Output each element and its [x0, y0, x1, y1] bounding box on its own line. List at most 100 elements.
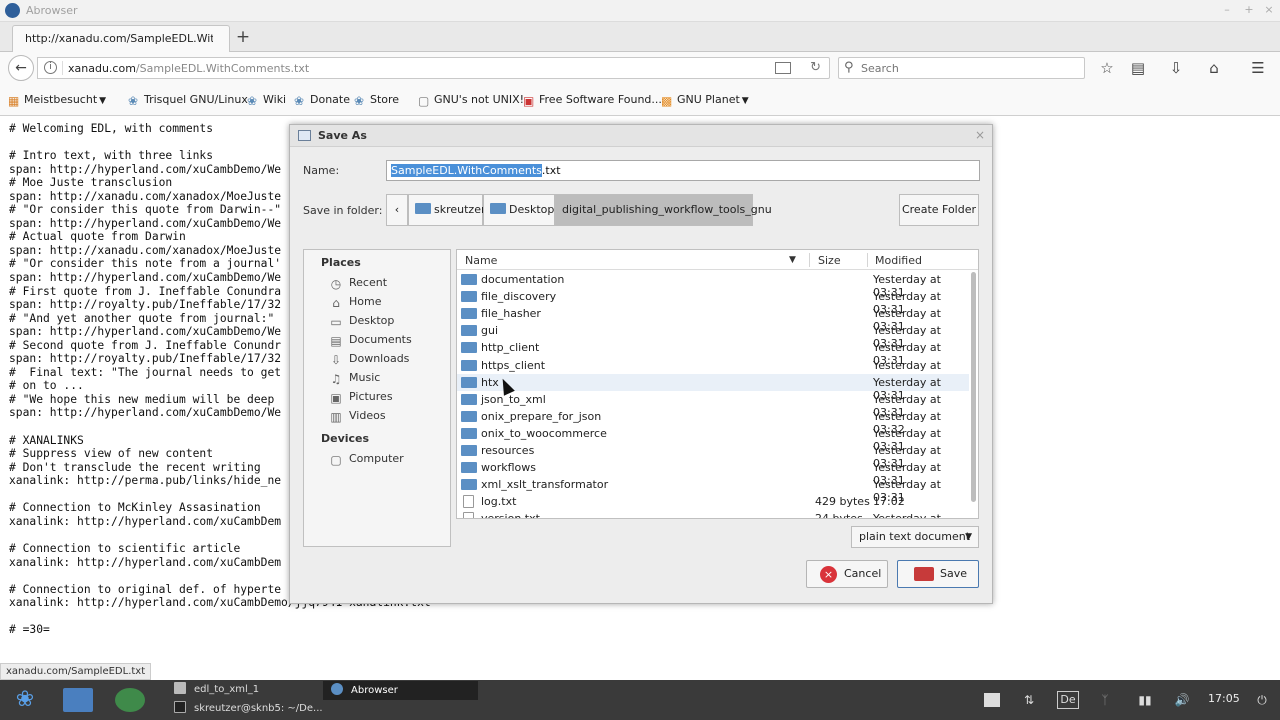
- task-abrowser[interactable]: Abrowser: [323, 681, 478, 700]
- power-icon[interactable]: ⏻: [1252, 691, 1272, 709]
- new-tab-icon[interactable]: +: [234, 28, 252, 46]
- sort-descending-icon[interactable]: ▼: [789, 255, 796, 265]
- network-icon[interactable]: ⇅: [1020, 691, 1038, 709]
- bookmark-trisquel[interactable]: ❀ Trisquel GNU/Linux: [128, 93, 248, 109]
- close-window-icon[interactable]: ×: [1262, 3, 1276, 17]
- save-in-folder-label: Save in folder:: [303, 204, 383, 217]
- url-path: /SampleEDL.WithComments.txt: [135, 62, 310, 75]
- filename-input[interactable]: SampleEDL.WithComments.txt: [386, 160, 980, 181]
- bookmark-star-icon[interactable]: ☆: [1097, 59, 1117, 77]
- text-file-icon: [463, 512, 474, 518]
- file-type-filter-dropdown[interactable]: plain text document ▼: [851, 526, 979, 548]
- search-bar[interactable]: ⚲: [838, 57, 1085, 79]
- place-item-home[interactable]: ⌂ Home: [329, 294, 381, 312]
- file-row[interactable]: onix_to_woocommerce Yesterday at 03:31: [457, 425, 969, 453]
- file-modified: Yesterday at 03:32: [873, 512, 941, 519]
- file-row[interactable]: documentation Yesterday at 03:31: [457, 271, 969, 299]
- path-button-current-folder[interactable]: digital_publishing_workflow_tools_gnu: [555, 194, 772, 226]
- file-list-scrollbar[interactable]: [971, 272, 976, 502]
- folder-icon: [461, 410, 477, 422]
- file-row[interactable]: xml_xslt_transformator Yesterday at 03:31: [457, 476, 969, 504]
- menu-icon[interactable]: ☰: [1248, 59, 1268, 77]
- file-row[interactable]: http_client Yesterday at 03:31: [457, 339, 969, 367]
- place-item-documents[interactable]: ▤ Documents: [329, 332, 411, 350]
- pictures-icon: ▣: [330, 391, 342, 405]
- file-row[interactable]: htx Yesterday at 03:31: [457, 373, 969, 402]
- file-row[interactable]: log.txt 429 bytes 17:02: [457, 493, 969, 510]
- task-terminal[interactable]: skreutzer@sknb5: ~/De...: [174, 700, 323, 718]
- bluetooth-icon[interactable]: ᛉ: [1098, 691, 1112, 709]
- file-row[interactable]: file_discovery Yesterday at 03:31: [457, 288, 969, 316]
- file-name: version.txt: [481, 512, 540, 519]
- folder-icon: [461, 274, 477, 285]
- place-item-music[interactable]: ♫ Music: [329, 370, 381, 388]
- reload-icon[interactable]: ↻: [810, 60, 821, 75]
- file-row[interactable]: gui Yesterday at 03:31: [457, 322, 969, 350]
- place-item-pictures[interactable]: ▣ Pictures: [329, 389, 392, 407]
- bookmark-donate[interactable]: ❀ Donate: [294, 93, 350, 109]
- bookmark-wiki[interactable]: ❀ Wiki: [247, 93, 286, 109]
- window-icon: [174, 682, 186, 694]
- folder-icon: [461, 393, 477, 405]
- bookmark-meistbesucht[interactable]: ▦ Meistbesucht ▼: [8, 93, 106, 109]
- info-icon[interactable]: i: [44, 61, 57, 74]
- file-row[interactable]: onix_prepare_for_json Yesterday at 03:32: [457, 408, 969, 436]
- column-size[interactable]: Size: [818, 254, 841, 267]
- file-name: xml_xslt_transformator: [481, 478, 609, 492]
- place-item-recent[interactable]: ◷ Recent: [329, 275, 387, 293]
- place-item-videos[interactable]: ▥ Videos: [329, 408, 385, 426]
- place-item-downloads[interactable]: ⇩ Downloads: [329, 351, 409, 369]
- bookmark-store[interactable]: ❀ Store: [354, 93, 399, 109]
- bookmark-fsf[interactable]: ▣ Free Software Found...: [523, 93, 662, 109]
- file-size: 429 bytes: [815, 495, 870, 509]
- browser-window: Abrowser – + × http://xanadu.com/SampleE…: [0, 0, 1280, 680]
- column-name[interactable]: Name: [465, 254, 497, 267]
- path-scroll-left-button[interactable]: ‹: [386, 194, 408, 226]
- file-name: http_client: [481, 341, 540, 355]
- volume-icon[interactable]: 🔊: [1172, 691, 1192, 709]
- browser-tab[interactable]: http://xanadu.com/SampleEDL.With: [12, 25, 230, 52]
- dialog-close-icon[interactable]: ×: [975, 128, 985, 142]
- computer-icon: ▢: [330, 453, 342, 467]
- minimize-icon[interactable]: –: [1220, 3, 1234, 17]
- start-menu-icon[interactable]: ❀: [10, 686, 40, 714]
- file-name: log.txt: [481, 495, 517, 509]
- file-row[interactable]: workflows Yesterday at 03:31: [457, 459, 969, 487]
- column-modified[interactable]: Modified: [875, 254, 922, 267]
- clock: 17:05: [1208, 692, 1240, 705]
- file-manager-launcher-icon[interactable]: [63, 688, 93, 712]
- tray-window-icon[interactable]: [984, 693, 1000, 707]
- cancel-button[interactable]: × Cancel: [806, 560, 888, 588]
- bookmark-gnu-planet[interactable]: ▩ GNU Planet ▼: [661, 93, 749, 109]
- battery-icon[interactable]: ▮▮: [1132, 691, 1158, 709]
- path-button-skreutzer[interactable]: skreutzer: [408, 194, 486, 226]
- downloads-icon[interactable]: ⇩: [1166, 59, 1186, 77]
- file-row[interactable]: resources Yesterday at 03:31: [457, 442, 969, 470]
- file-name: resources: [481, 444, 535, 457]
- file-row[interactable]: https_clientYesterday at 03:31: [457, 357, 969, 385]
- file-row[interactable]: json_to_xml Yesterday at 03:31: [457, 391, 969, 419]
- devices-header: Devices: [321, 432, 370, 445]
- keyboard-layout-indicator[interactable]: De: [1057, 691, 1079, 709]
- reader-view-icon[interactable]: [775, 62, 791, 74]
- back-button[interactable]: ←: [8, 55, 34, 81]
- bookmark-gnu[interactable]: ▢ GNU's not UNIX!: [418, 93, 524, 109]
- browser-launcher-icon[interactable]: [115, 688, 145, 712]
- path-button-desktop[interactable]: Desktop: [483, 194, 555, 226]
- most-visited-icon: ▦: [8, 94, 20, 108]
- maximize-icon[interactable]: +: [1242, 3, 1256, 17]
- create-folder-button[interactable]: Create Folder: [899, 194, 979, 226]
- bookmarks-menu-icon[interactable]: ▤: [1128, 59, 1148, 77]
- device-item-computer[interactable]: ▢ Computer: [329, 451, 403, 469]
- url-bar[interactable]: i xanadu.com/SampleEDL.WithComments.txt …: [37, 57, 830, 79]
- search-input[interactable]: [861, 60, 1076, 76]
- file-row[interactable]: file_hasher Yesterday at 03:31: [457, 305, 969, 333]
- home-icon[interactable]: ⌂: [1204, 59, 1224, 77]
- folder-icon: [461, 359, 477, 371]
- tab-strip: http://xanadu.com/SampleEDL.With +: [0, 22, 1280, 52]
- save-button[interactable]: Save: [897, 560, 979, 588]
- file-row[interactable]: version.txt 24 bytes Yesterday at 03:32: [457, 510, 969, 519]
- place-item-desktop[interactable]: ▭ Desktop: [329, 313, 394, 331]
- column-header: Name ▼ Size Modified: [457, 250, 978, 270]
- task-edl-to-xml[interactable]: edl_to_xml_1: [174, 681, 259, 699]
